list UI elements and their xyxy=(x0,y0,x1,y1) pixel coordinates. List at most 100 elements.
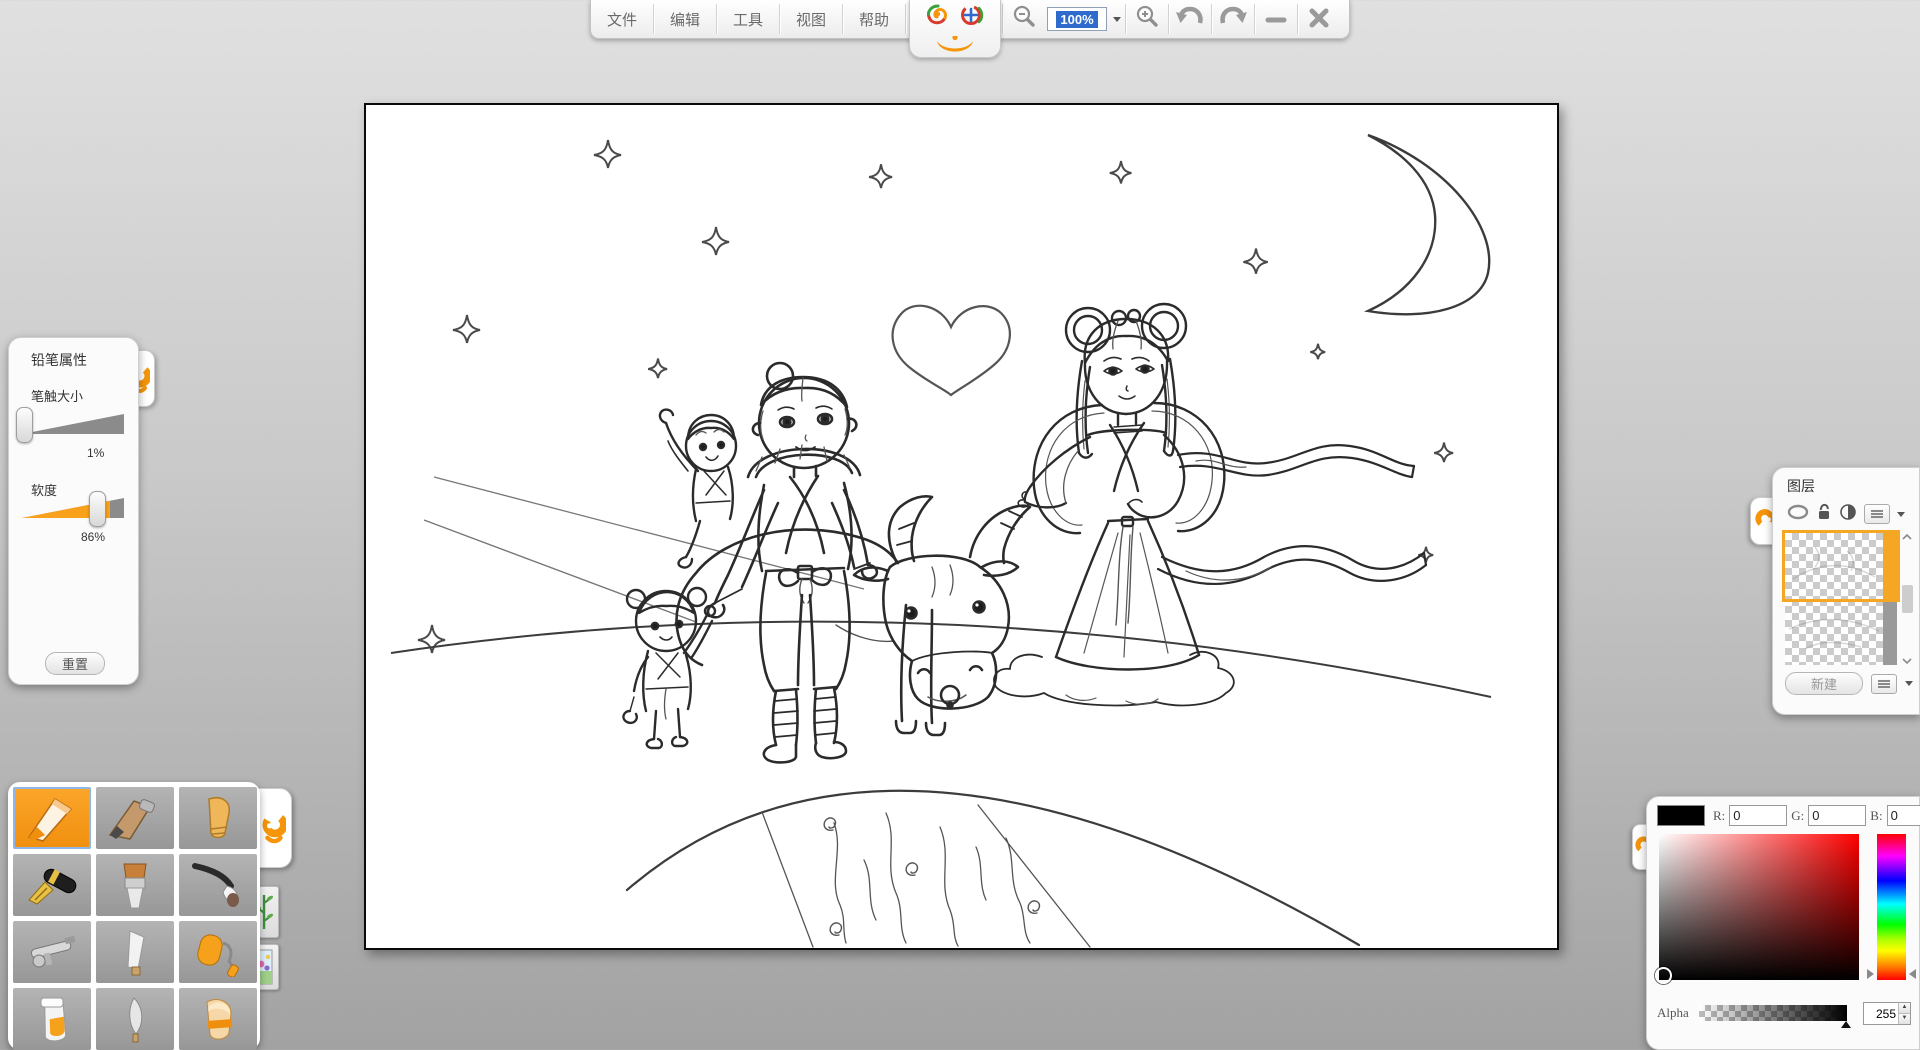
close-icon xyxy=(1306,4,1332,35)
layer-row-2[interactable] xyxy=(1785,599,1897,665)
tool-palette-knife[interactable] xyxy=(96,921,174,983)
ground-arc xyxy=(391,622,1491,697)
b-label: B: xyxy=(1870,808,1882,824)
scroll-down-icon[interactable] xyxy=(1901,657,1913,665)
app-logo xyxy=(909,0,1001,58)
tool-paint-roller[interactable] xyxy=(179,921,257,983)
brush-size-value: 1% xyxy=(87,446,104,460)
pencil-icon xyxy=(104,793,166,843)
river xyxy=(627,791,1359,947)
airbrush-icon xyxy=(21,927,83,977)
tool-paint-knife[interactable] xyxy=(96,988,174,1050)
layer-options-button[interactable] xyxy=(1864,504,1890,524)
hue-marker-right[interactable] xyxy=(1909,969,1916,979)
new-layer-button[interactable]: 新建 xyxy=(1785,672,1863,695)
layer-1-active-strip xyxy=(1883,533,1897,599)
tool-oil-brush[interactable] xyxy=(96,854,174,916)
alpha-slider[interactable] xyxy=(1699,1005,1847,1021)
ox xyxy=(677,496,1030,735)
r-input[interactable] xyxy=(1729,805,1787,826)
tool-airbrush[interactable] xyxy=(13,921,91,983)
layer-1-thumbnail xyxy=(1785,533,1883,599)
brush-size-slider[interactable] xyxy=(22,412,124,436)
tool-eraser[interactable] xyxy=(179,988,257,1050)
layer-list-scrollbar[interactable] xyxy=(1900,533,1915,665)
tool-calligraphy-brush[interactable] xyxy=(179,854,257,916)
softness-slider[interactable] xyxy=(22,496,124,520)
contrast-icon[interactable] xyxy=(1839,503,1857,526)
scrollbar-thumb[interactable] xyxy=(1902,585,1913,613)
softness-value: 86% xyxy=(81,530,105,544)
tool-paint-jar[interactable] xyxy=(13,988,91,1050)
softness-slider-handle[interactable] xyxy=(89,491,106,527)
alpha-spin-down[interactable]: ▼ xyxy=(1899,1013,1910,1024)
sv-cursor[interactable] xyxy=(1655,967,1672,984)
alpha-input[interactable] xyxy=(1864,1003,1898,1024)
chevron-down-icon[interactable] xyxy=(1897,512,1905,517)
paint-jar-icon xyxy=(21,994,83,1044)
logo-swirl-left-icon xyxy=(924,3,952,34)
paint-roller-icon xyxy=(187,927,249,977)
hue-bar[interactable] xyxy=(1877,834,1906,980)
alpha-label: Alpha xyxy=(1657,1005,1689,1021)
tool-colored-pencil[interactable] xyxy=(13,787,91,849)
paint-knife-icon xyxy=(104,994,166,1044)
logo-swirl-right-icon xyxy=(958,3,986,34)
chevron-down-icon xyxy=(1113,17,1121,22)
logo-smile-icon xyxy=(932,36,978,59)
layer-2-strip xyxy=(1883,599,1897,665)
layers-panel-title: 图层 xyxy=(1787,476,1915,496)
zoom-in-button[interactable] xyxy=(1126,0,1168,38)
layer-list-menu-button[interactable] xyxy=(1871,674,1897,694)
saturation-value-square[interactable] xyxy=(1659,834,1859,980)
main-toolbar: 文件 编辑 工具 视图 帮助 xyxy=(590,0,1350,39)
menu-lines-icon xyxy=(1877,679,1891,689)
visibility-oval-icon[interactable] xyxy=(1787,504,1809,525)
minimize-button[interactable] xyxy=(1255,0,1297,38)
zoom-dropdown-button[interactable] xyxy=(1109,0,1125,38)
menu-lines-icon xyxy=(1870,509,1884,519)
tool-crayon[interactable] xyxy=(179,787,257,849)
alpha-marker[interactable] xyxy=(1841,1021,1851,1028)
zoom-level-value: 100% xyxy=(1056,11,1097,28)
tool-pencil[interactable] xyxy=(96,787,174,849)
menu-tools[interactable]: 工具 xyxy=(717,0,779,38)
alpha-spinner: ▲ ▼ xyxy=(1863,1002,1911,1025)
undo-button[interactable] xyxy=(1169,0,1211,38)
color-picker-panel: R: G: B: Alpha ▲ ▼ xyxy=(1646,796,1920,1050)
b-input[interactable] xyxy=(1887,805,1920,826)
menu-view[interactable]: 视图 xyxy=(780,0,842,38)
magnifier-plus-icon xyxy=(1134,4,1160,35)
drawing-canvas[interactable] xyxy=(364,103,1559,950)
close-button[interactable] xyxy=(1298,0,1340,38)
layer-list xyxy=(1785,533,1897,665)
menu-edit[interactable]: 编辑 xyxy=(654,0,716,38)
alpha-spin-up[interactable]: ▲ xyxy=(1899,1003,1910,1013)
g-input[interactable] xyxy=(1808,805,1866,826)
palette-knife-icon xyxy=(104,927,166,977)
scroll-up-icon[interactable] xyxy=(1901,533,1913,541)
brush-size-label: 笔触大小 xyxy=(31,386,83,405)
brush-size-slider-handle[interactable] xyxy=(16,407,33,443)
rider-child xyxy=(660,410,736,568)
orange-logo-icon xyxy=(262,811,286,845)
menu-file[interactable]: 文件 xyxy=(591,0,653,38)
calligraphy-brush-icon xyxy=(187,860,249,910)
eraser-icon xyxy=(187,994,249,1044)
chevron-down-icon[interactable] xyxy=(1905,681,1913,686)
redo-button[interactable] xyxy=(1212,0,1254,38)
zoom-level-field[interactable]: 100% xyxy=(1047,7,1107,31)
tool-palette xyxy=(8,782,260,1050)
canvas-artwork xyxy=(366,105,1557,948)
tool-fountain-pen[interactable] xyxy=(13,854,91,916)
menu-help[interactable]: 帮助 xyxy=(843,0,905,38)
unlock-icon[interactable] xyxy=(1816,503,1832,526)
hue-marker-left[interactable] xyxy=(1867,969,1874,979)
reset-button[interactable]: 重置 xyxy=(45,652,105,675)
zoom-out-button[interactable] xyxy=(1003,0,1045,38)
crayon-icon xyxy=(187,793,249,843)
minimize-icon xyxy=(1263,4,1289,35)
layer-2-thumbnail xyxy=(1785,599,1883,665)
layer-row-1[interactable] xyxy=(1785,533,1897,599)
app-logo-zone xyxy=(906,0,1002,38)
